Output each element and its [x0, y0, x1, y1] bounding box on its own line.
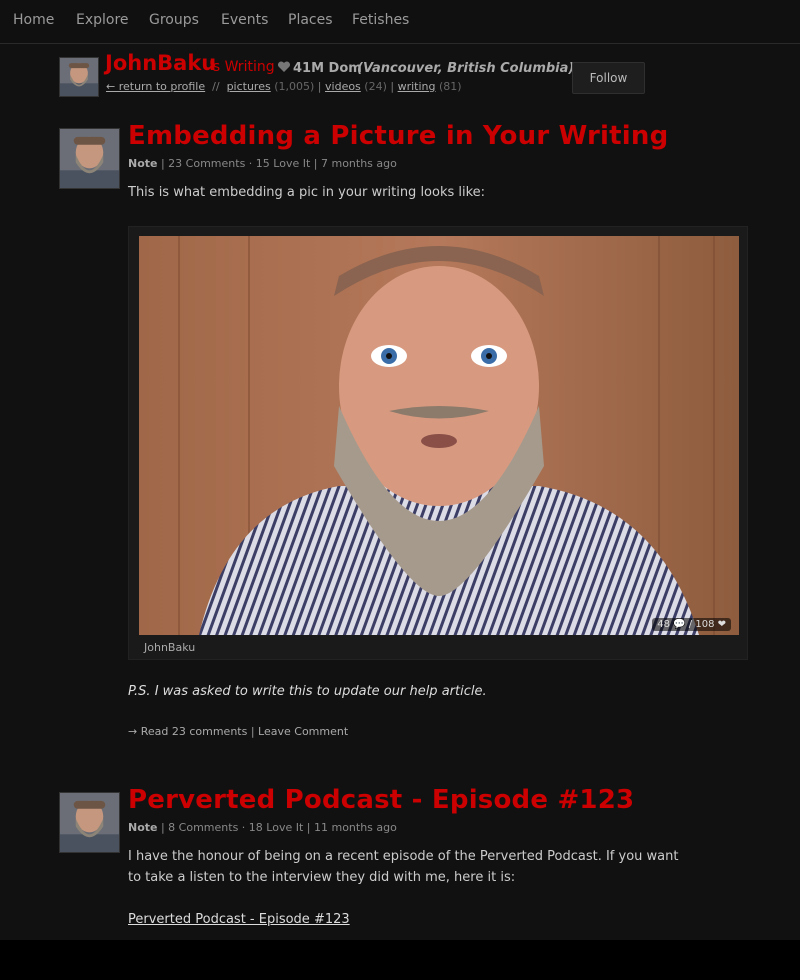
profile-location: (Vancouver, British Columbia): [357, 61, 575, 76]
post-ps: P.S. I was asked to write this to update…: [128, 684, 487, 699]
post-type: Note: [128, 821, 158, 834]
embedded-picture: 48 💬 / 108 ❤ JohnBaku: [128, 226, 748, 660]
avatar-portrait: [60, 129, 119, 188]
nav-events[interactable]: Events: [221, 12, 268, 28]
links-separator: //: [212, 80, 220, 93]
post-meta: Note | 8 Comments · 18 Love It | 11 mont…: [128, 821, 397, 834]
pictures-link[interactable]: pictures: [227, 80, 271, 93]
pipe-separator: |: [317, 80, 322, 93]
read-comments-link[interactable]: → Read 23 comments: [128, 725, 247, 738]
image-stats: 48 💬 / 108 ❤: [652, 618, 731, 631]
post-type: Note: [128, 157, 158, 170]
top-nav: Home Explore Groups Events Places Fetish…: [0, 0, 800, 44]
profile-avatar[interactable]: [59, 57, 99, 97]
avatar-portrait: [60, 793, 119, 852]
podcast-link[interactable]: Perverted Podcast - Episode #123: [128, 912, 350, 927]
actions-separator: |: [247, 725, 259, 738]
nav-home[interactable]: Home: [13, 12, 54, 28]
videos-link[interactable]: videos: [325, 80, 361, 93]
return-to-profile-link[interactable]: ← return to profile: [106, 80, 205, 93]
post-actions: → Read 23 comments | Leave Comment: [128, 725, 348, 738]
post-title[interactable]: Perverted Podcast - Episode #123: [128, 785, 634, 815]
post-intro: This is what embedding a pic in your wri…: [128, 185, 486, 200]
writing-link[interactable]: writing: [398, 80, 436, 93]
nav-explore[interactable]: Explore: [76, 12, 129, 28]
nav-groups[interactable]: Groups: [149, 12, 199, 28]
follow-button[interactable]: Follow: [572, 62, 645, 94]
videos-count: (24): [364, 80, 387, 93]
profile-writing-label: 's Writing: [209, 59, 275, 75]
leave-comment-link[interactable]: Leave Comment: [258, 725, 348, 738]
post-stats: | 23 Comments · 15 Love It | 7 months ag…: [157, 157, 397, 170]
post-title[interactable]: Embedding a Picture in Your Writing: [128, 121, 668, 151]
profile-age-role: 41M Dom: [293, 61, 362, 76]
avatar-portrait: [60, 58, 98, 96]
embedded-image[interactable]: 48 💬 / 108 ❤: [139, 236, 739, 635]
post-author-avatar[interactable]: [59, 128, 120, 189]
photo-portrait: [139, 236, 739, 635]
nav-places[interactable]: Places: [288, 12, 333, 28]
post-meta: Note | 23 Comments · 15 Love It | 7 mont…: [128, 157, 397, 170]
nav-fetishes[interactable]: Fetishes: [352, 12, 409, 28]
post-body: I have the honour of being on a recent e…: [128, 849, 679, 885]
post-author-avatar[interactable]: [59, 792, 120, 853]
image-caption[interactable]: JohnBaku: [144, 641, 195, 654]
profile-name[interactable]: JohnBaku: [105, 51, 216, 75]
profile-links: ← return to profile // pictures (1,005) …: [106, 80, 462, 93]
writing-count: (81): [439, 80, 462, 93]
post-stats: | 8 Comments · 18 Love It | 11 months ag…: [157, 821, 397, 834]
pictures-count: (1,005): [274, 80, 315, 93]
pipe-separator: |: [390, 80, 395, 93]
heart-icon: [277, 61, 291, 72]
